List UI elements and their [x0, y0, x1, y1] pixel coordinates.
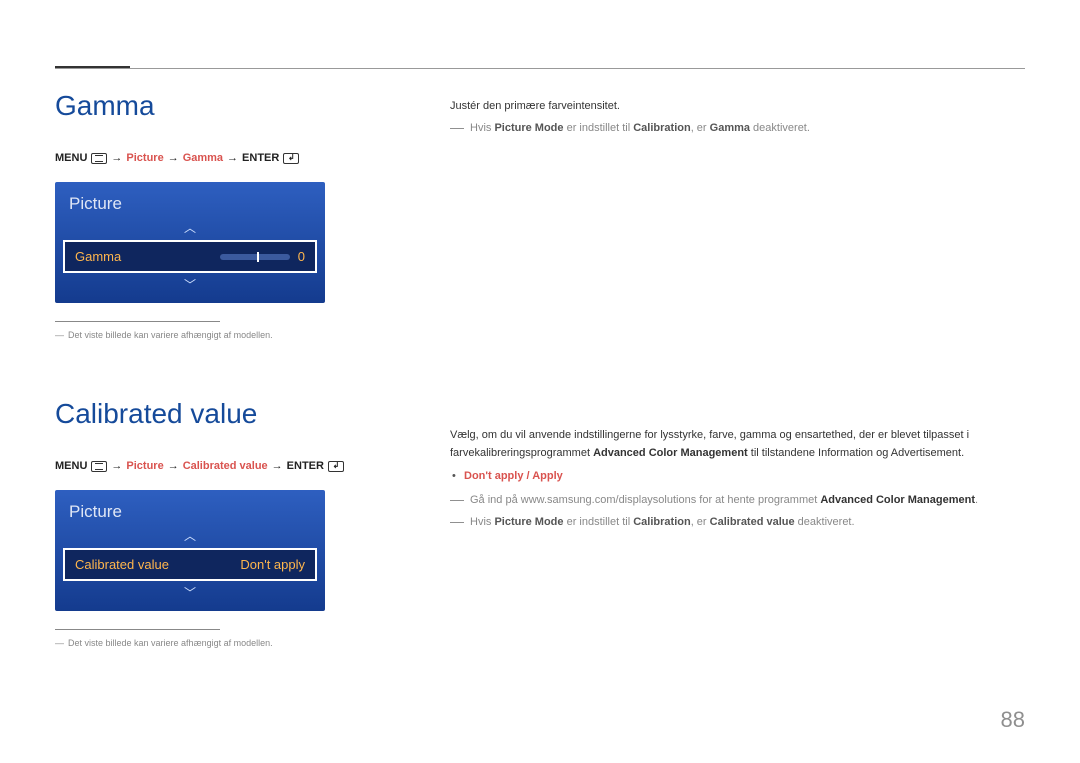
- breadcrumb-calibrated: MENU → Picture → Calibrated value → ENTE…: [55, 460, 450, 472]
- note-content: Hvis Picture Mode er indstillet til Cali…: [470, 514, 1025, 532]
- t: er indstillet til: [564, 122, 634, 134]
- dash-icon: ―: [55, 330, 64, 340]
- note-divider: [55, 629, 220, 630]
- osd-panel-gamma: Picture ︿ Gamma 0 ﹀: [55, 182, 325, 303]
- left-column: Gamma MENU → Picture → Gamma → ENTER Pic…: [55, 90, 450, 648]
- menu-label: MENU: [55, 152, 87, 164]
- osd-title: Picture: [55, 490, 325, 528]
- slider-knob[interactable]: [257, 252, 259, 262]
- chevron-down-icon[interactable]: ﹀: [55, 581, 325, 601]
- note-text: Det viste billede kan variere afhængigt …: [68, 638, 273, 648]
- enter-label: ENTER: [287, 460, 324, 472]
- breadcrumb-picture: Picture: [126, 152, 163, 164]
- t: , er: [691, 122, 710, 134]
- calibrated-intro: Vælg, om du vil anvende indstillingerne …: [450, 427, 1025, 462]
- picture-mode-ref: Picture Mode: [494, 516, 563, 528]
- t: er indstillet til: [564, 516, 634, 528]
- dash-icon: ―: [450, 492, 464, 510]
- osd-row-gamma[interactable]: Gamma 0: [63, 240, 317, 273]
- section-calibrated: Calibrated value MENU → Picture → Calibr…: [55, 398, 450, 648]
- enter-icon: [328, 461, 344, 472]
- arrow-icon: →: [227, 152, 238, 164]
- dash-icon: ―: [450, 514, 464, 532]
- osd-row-label: Gamma: [75, 249, 121, 264]
- section-heading-calibrated: Calibrated value: [55, 398, 450, 430]
- menu-icon: [91, 153, 107, 164]
- arrow-icon: →: [111, 460, 122, 472]
- chevron-up-icon[interactable]: ︿: [55, 220, 325, 240]
- t: , er: [691, 516, 710, 528]
- arrow-icon: →: [111, 152, 122, 164]
- t: deaktiveret.: [750, 122, 810, 134]
- acm-ref: Advanced Color Management: [593, 447, 748, 459]
- osd-title: Picture: [55, 182, 325, 220]
- chevron-up-icon[interactable]: ︿: [55, 528, 325, 548]
- options-bullet: Don't apply / Apply: [450, 468, 1025, 486]
- t: til tilstandene Information og Advertise…: [748, 447, 964, 459]
- gamma-slider[interactable]: [220, 254, 290, 260]
- breadcrumb-gamma: MENU → Picture → Gamma → ENTER: [55, 152, 450, 164]
- calibrated-deactivation-note: ― Hvis Picture Mode er indstillet til Ca…: [450, 514, 1025, 532]
- right-column: Justér den primære farveintensitet. ― Hv…: [450, 90, 1025, 648]
- osd-row-value: Don't apply: [240, 557, 305, 572]
- gamma-deactivation-note: ― Hvis Picture Mode er indstillet til Ca…: [450, 120, 1025, 138]
- t: .: [975, 494, 978, 506]
- dash-icon: ―: [55, 638, 64, 648]
- header-rule: [55, 68, 1025, 69]
- arrow-icon: →: [272, 460, 283, 472]
- gamma-intro: Justér den primære farveintensitet.: [450, 98, 1025, 116]
- menu-icon: [91, 461, 107, 472]
- model-note: ― Det viste billede kan variere afhængigt…: [55, 330, 450, 340]
- arrow-icon: →: [168, 152, 179, 164]
- menu-label: MENU: [55, 460, 87, 472]
- model-note: ― Det viste billede kan variere afhængigt…: [55, 638, 450, 648]
- t: Hvis: [470, 122, 494, 134]
- download-note: ― Gå ind på www.samsung.com/displaysolut…: [450, 492, 1025, 510]
- osd-panel-calibrated: Picture ︿ Calibrated value Don't apply ﹀: [55, 490, 325, 611]
- calibrated-body: Vælg, om du vil anvende indstillingerne …: [450, 427, 1025, 531]
- picture-mode-ref: Picture Mode: [494, 122, 563, 134]
- note-divider: [55, 321, 220, 322]
- t: deaktiveret.: [795, 516, 855, 528]
- calibration-ref: Calibration: [633, 122, 690, 134]
- osd-row-label: Calibrated value: [75, 557, 169, 572]
- section-heading-gamma: Gamma: [55, 90, 450, 122]
- enter-label: ENTER: [242, 152, 279, 164]
- gamma-ref: Gamma: [710, 122, 750, 134]
- gamma-body: Justér den primære farveintensitet. ― Hv…: [450, 98, 1025, 137]
- t: Gå ind på www.samsung.com/displaysolutio…: [470, 494, 820, 506]
- chevron-down-icon[interactable]: ﹀: [55, 273, 325, 293]
- note-content: Gå ind på www.samsung.com/displaysolutio…: [470, 492, 1025, 510]
- osd-row-value: 0: [298, 249, 305, 264]
- note-content: Hvis Picture Mode er indstillet til Cali…: [470, 120, 1025, 138]
- arrow-icon: →: [168, 460, 179, 472]
- calibrated-value-ref: Calibrated value: [710, 516, 795, 528]
- acm-ref: Advanced Color Management: [820, 494, 975, 506]
- page-number: 88: [1001, 707, 1025, 733]
- page-content: Gamma MENU → Picture → Gamma → ENTER Pic…: [55, 60, 1025, 648]
- note-text: Det viste billede kan variere afhængigt …: [68, 330, 273, 340]
- breadcrumb-gamma-item: Gamma: [183, 152, 223, 164]
- calibration-ref: Calibration: [633, 516, 690, 528]
- breadcrumb-calibrated-item: Calibrated value: [183, 460, 268, 472]
- enter-icon: [283, 153, 299, 164]
- options-values: Don't apply / Apply: [464, 470, 563, 482]
- t: Hvis: [470, 516, 494, 528]
- dash-icon: ―: [450, 120, 464, 138]
- breadcrumb-picture: Picture: [126, 460, 163, 472]
- osd-row-calibrated[interactable]: Calibrated value Don't apply: [63, 548, 317, 581]
